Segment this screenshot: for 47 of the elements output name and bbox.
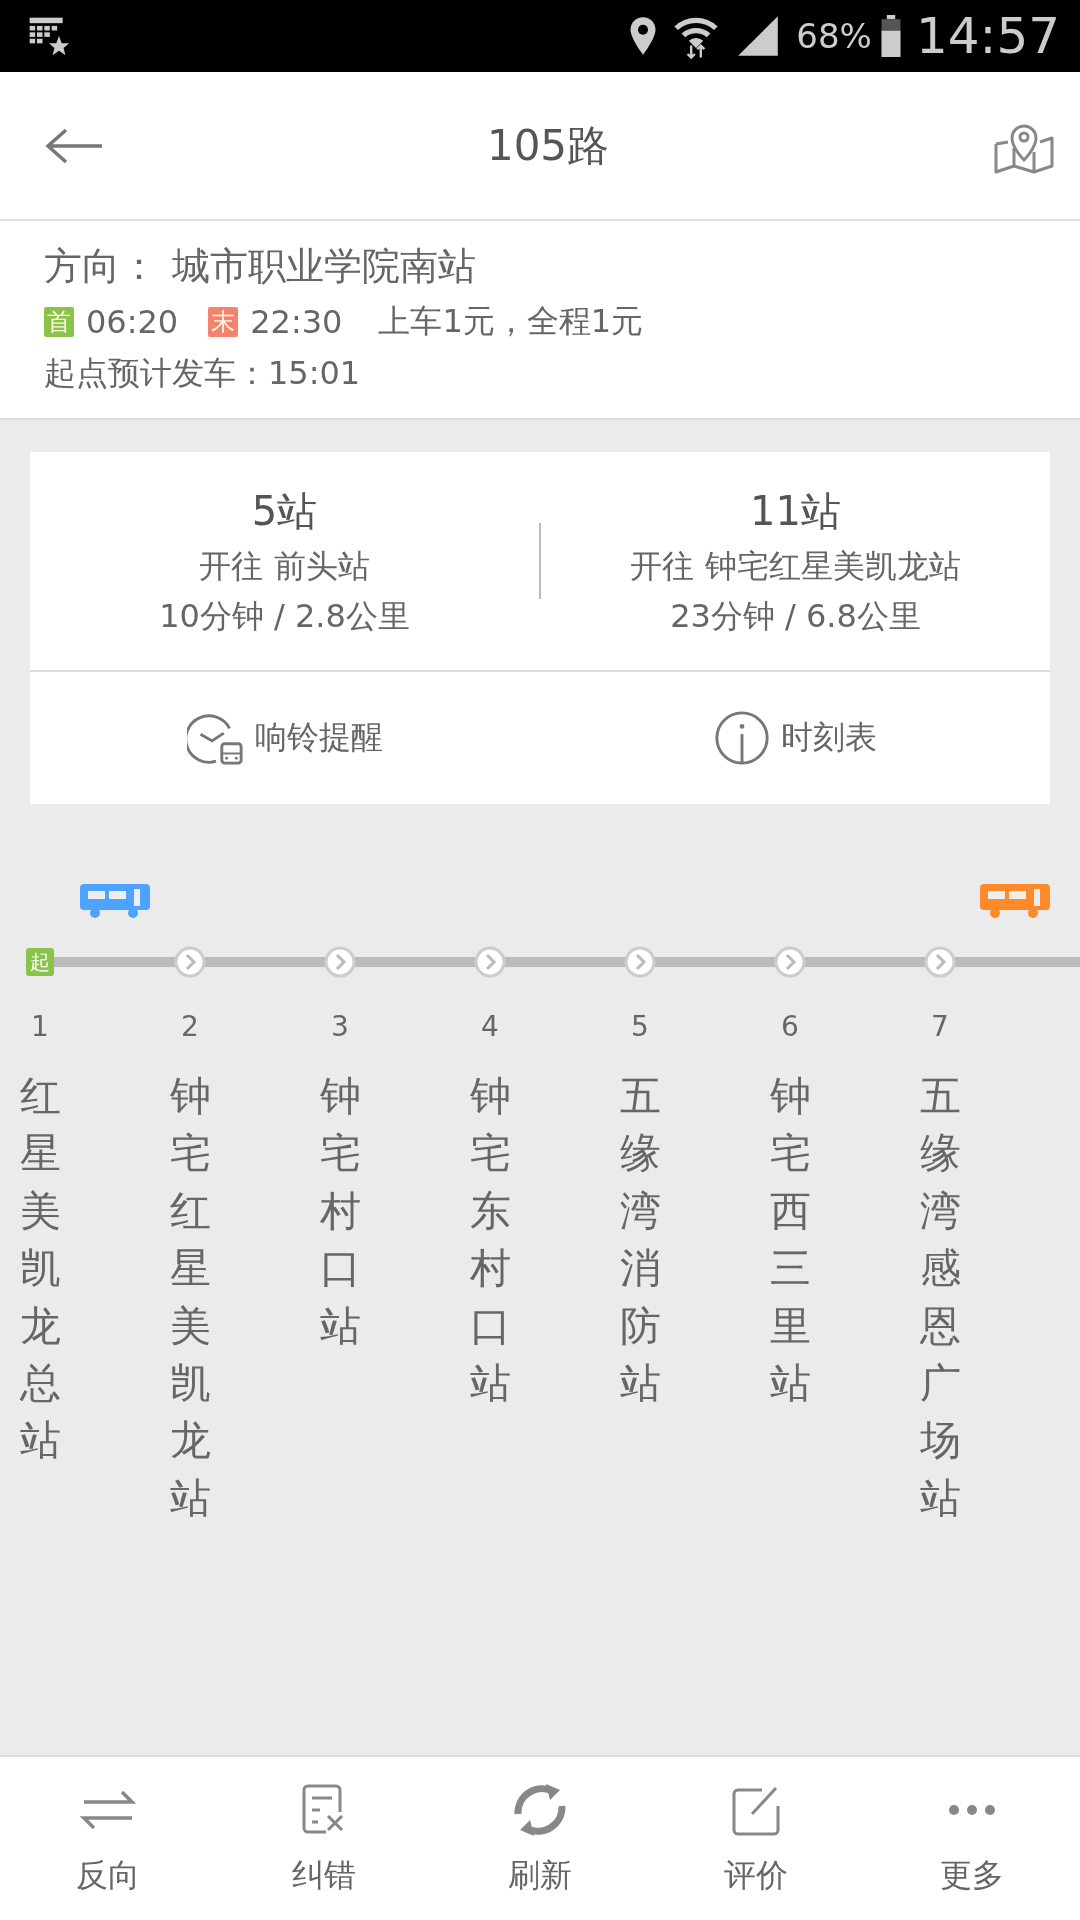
station-number: 1 xyxy=(31,1009,49,1043)
nav-button[interactable]: 评价 xyxy=(648,1757,864,1920)
station-node-icon xyxy=(324,946,356,978)
nav-button[interactable]: 反向 xyxy=(0,1757,216,1920)
station-name[interactable]: 钟宅红星美凯龙站 xyxy=(169,1068,211,1528)
info-icon xyxy=(713,709,771,767)
destination-text: 开往 钟宅红星美凯龙站 xyxy=(630,545,961,587)
route-title: 105路 xyxy=(486,119,610,172)
battery-percent: 68% xyxy=(796,16,872,56)
eta-text: 23分钟 / 6.8公里 xyxy=(670,595,921,637)
station-node-icon xyxy=(924,946,956,978)
station-node-icon xyxy=(474,946,506,978)
eta-text: 10分钟 / 2.8公里 xyxy=(159,595,410,637)
station-number: 5 xyxy=(631,1009,649,1043)
station-name[interactable]: 五缘湾感恩广场站 xyxy=(919,1068,961,1528)
station-number: 6 xyxy=(781,1009,799,1043)
destination-text: 开往 前头站 xyxy=(199,545,370,587)
station-name[interactable]: 五缘湾消防站 xyxy=(619,1068,661,1413)
station-number: 4 xyxy=(481,1009,499,1043)
nav-button[interactable]: 更多 xyxy=(864,1757,1080,1920)
time-badge: 首 xyxy=(44,307,74,337)
nav-button[interactable]: 刷新 xyxy=(432,1757,648,1920)
time-badge: 末 xyxy=(208,307,239,337)
station-name[interactable]: 红星美凯龙总站 xyxy=(19,1068,61,1470)
station-node-icon xyxy=(174,946,206,978)
direction-label: 方向： xyxy=(44,243,158,290)
station-node-icon xyxy=(624,946,656,978)
timetable-button[interactable]: 时刻表 xyxy=(540,672,1050,804)
station-node-icon xyxy=(774,946,806,978)
battery-icon xyxy=(879,15,902,57)
station-number: 3 xyxy=(331,1009,349,1043)
station-name[interactable]: 钟宅东村口站 xyxy=(469,1068,511,1413)
station-name[interactable]: 钟宅西三里站 xyxy=(769,1068,811,1413)
nav-button[interactable]: 纠错 xyxy=(216,1757,432,1920)
direction-destination: 城市职业学院南站 xyxy=(172,243,476,290)
station-number: 7 xyxy=(931,1009,949,1043)
stop-count: 5站 xyxy=(251,486,318,536)
service-time: 22:30 xyxy=(250,303,343,341)
station-name[interactable]: 钟宅村口站 xyxy=(319,1068,361,1355)
stop-count: 11站 xyxy=(750,486,841,536)
reminder-button[interactable]: 响铃提醒 xyxy=(30,672,540,804)
fare-text: 上车1元，全程1元 xyxy=(378,301,644,342)
service-time: 06:20 xyxy=(86,303,179,341)
clock-time: 14:57 xyxy=(915,7,1060,65)
start-badge: 起 xyxy=(26,948,54,976)
station-number: 2 xyxy=(181,1009,199,1043)
departure-text: 起点预计发车：15:01 xyxy=(44,353,362,394)
